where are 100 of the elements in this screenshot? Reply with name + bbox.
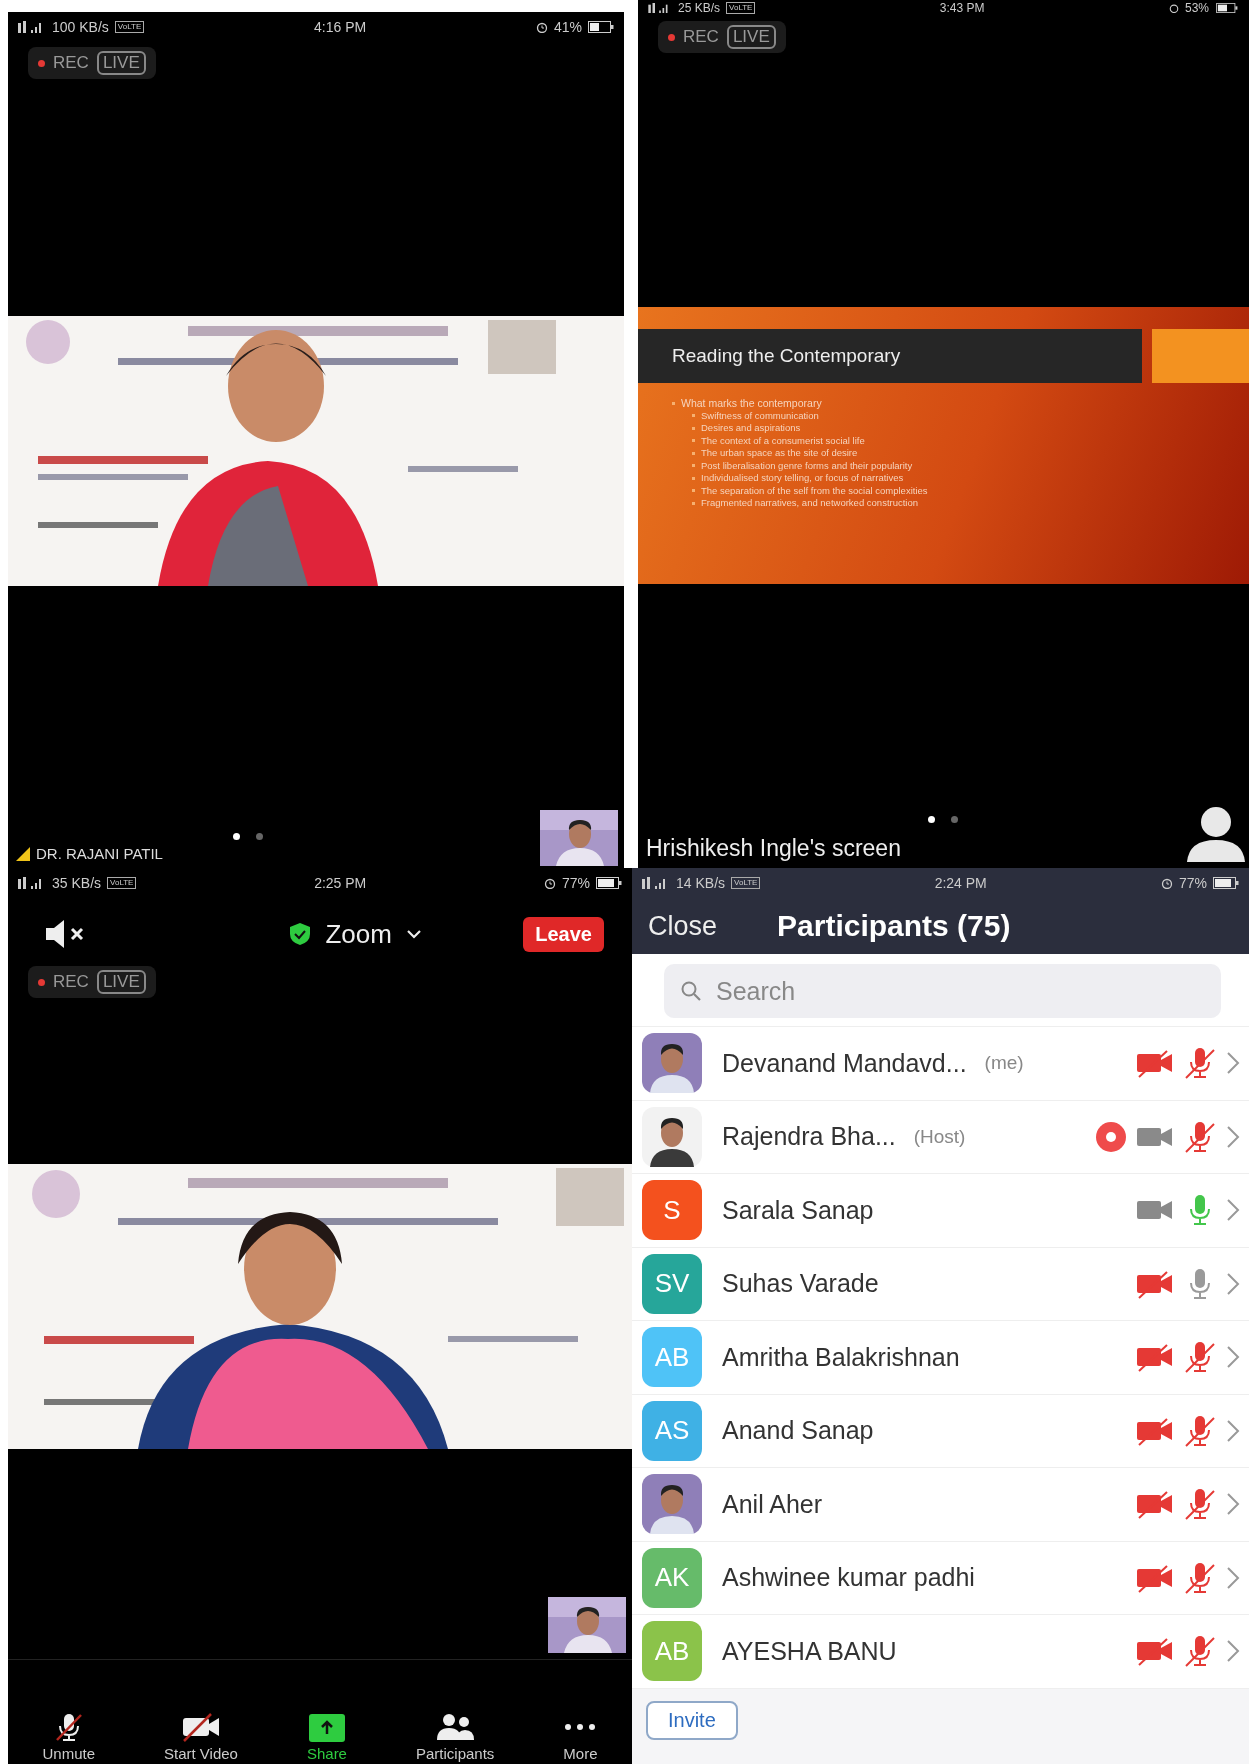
live-badge: LIVE [96,51,146,75]
live-badge: LIVE [726,25,776,49]
bullet-marker [692,426,695,430]
participants-icon [435,1712,476,1742]
participant-name: Anil Aher [722,1489,823,1519]
chevron-icon[interactable] [1225,1564,1241,1591]
recording-dot [668,33,675,41]
bullet-marker [692,414,695,418]
rec-label: REC [53,53,89,73]
volte-badge: VoLTE [726,2,756,14]
live-badge: LIVE [96,970,146,994]
network-speed: 14 KB/s [676,875,726,891]
participant-row[interactable]: S Sarala Sanap [632,1174,1249,1248]
participant-row[interactable]: AS Anand Sanap [632,1394,1249,1468]
participant-row[interactable]: Rajendra Bha... (Host) [632,1100,1249,1174]
avatar-initials: AB [642,1621,702,1682]
panel-title: Participants (75) [777,909,1011,943]
clock-time: 2:24 PM [934,875,987,891]
participant-row[interactable]: AK Ashwinee kumar padhi [632,1541,1249,1615]
chevron-icon[interactable] [1225,1270,1241,1297]
participant-name: Ashwinee kumar padhi [722,1563,975,1593]
recording-dot [38,978,45,986]
participant-name: Amritha Balakrishnan [722,1342,960,1372]
battery-percent: 77% [561,875,590,891]
chevron-icon[interactable] [1225,1123,1241,1150]
avatar-initials: AS [642,1400,702,1461]
page-dot[interactable] [951,816,958,823]
avatar-initials: AB [642,1327,702,1388]
recording-dot [38,59,45,67]
slide-bullet: The separation of the self from the social complexities [701,484,928,497]
participant-row[interactable]: Anil Aher [632,1468,1249,1542]
participant-role: (me) [984,1052,1024,1075]
invite-button[interactable]: Invite [646,1700,738,1740]
slide-title: Reading the Contemporary [638,329,1142,383]
participant-row[interactable]: AB Amritha Balakrishnan [632,1321,1249,1395]
toolbar-button[interactable]: Unmute [42,1712,95,1762]
page-dot[interactable] [232,833,240,840]
toolbar-button[interactable]: Start Video [164,1712,238,1762]
rec-label: REC [53,972,89,992]
share-icon [308,1714,345,1742]
volte-badge: VoLTE [114,21,145,33]
toolbar-button[interactable]: Share [306,1714,347,1762]
audio-level-icon [16,846,30,861]
network-speed: 100 KB/s [52,19,109,35]
bullet-marker [692,489,695,493]
battery-percent: 77% [1178,875,1207,891]
participant-row[interactable]: SV Suhas Varade [632,1247,1249,1321]
battery-icon [596,877,622,889]
chevron-icon[interactable] [1225,1417,1241,1444]
battery-percent: 53% [1184,1,1209,15]
search-field[interactable]: Search [664,964,1221,1018]
close-button[interactable]: Close [642,909,724,943]
avatar-icon [1185,806,1247,862]
bullet-marker [692,439,695,443]
leave-button[interactable]: Leave [523,916,604,952]
bullet-marker [692,476,695,480]
participant-row[interactable]: Devanand Mandavd... (me) [632,1027,1249,1101]
slide-bullet: What marks the contemporary [681,397,822,410]
slide-bullet: Fragmented narratives, and networked construction [701,497,919,510]
volte-badge: VoLTE [107,877,137,889]
caret-icon [405,929,422,939]
participant-name: Sarala Sanap [722,1195,874,1225]
battery-icon [588,21,614,33]
screen-share-label: Hrishikesh Ingle's screen [646,835,901,862]
clock-time: 2:25 PM [314,875,367,891]
participant-name: Anand Sanap [722,1416,874,1446]
speaker-name: DR. RAJANI PATIL [36,845,163,862]
participant-name: Suhas Varade [722,1269,879,1299]
mic-muted-icon [53,1712,84,1742]
search-icon [680,980,702,1002]
clock-time: 3:43 PM [939,1,985,15]
participant-role: (Host) [913,1125,966,1148]
rec-label: REC [683,27,719,47]
battery-icon [1215,3,1239,13]
participant-name: Rajendra Bha... [722,1122,896,1152]
participant-row[interactable]: AB AYESHA BANU [632,1615,1249,1689]
bullet-marker [692,501,695,505]
more-icon [563,1723,598,1731]
avatar-initials: SV [642,1253,702,1314]
volte-badge: VoLTE [731,877,761,889]
toolbar-button[interactable]: More [563,1712,598,1762]
toolbar-button[interactable]: Participants [415,1712,495,1762]
bullet-marker [692,451,695,455]
slide-bullet: The urban space as the site of desire [701,447,858,460]
participant-name: Devanand Mandavd... [722,1048,967,1078]
avatar-initials: S [642,1180,702,1241]
shield-icon [289,922,312,946]
page-dot[interactable] [255,833,263,840]
slide-bullet: Swiftness of communication [701,409,819,422]
slide-bullet: Post liberalisation genre forms and their popularity [701,459,913,472]
battery-icon [1213,877,1239,889]
network-speed: 25 KB/s [678,1,721,15]
avatar-initials: AK [642,1547,702,1608]
slide-bullet: Individualised story telling, or focus of narratives [701,472,904,485]
video-off-icon [180,1712,221,1742]
battery-percent: 41% [553,19,582,35]
participant-name: AYESHA BANU [722,1636,897,1666]
meeting-title-dropdown[interactable]: Zoom [283,917,428,951]
bullet-marker [692,464,695,468]
page-dot[interactable] [928,816,935,823]
